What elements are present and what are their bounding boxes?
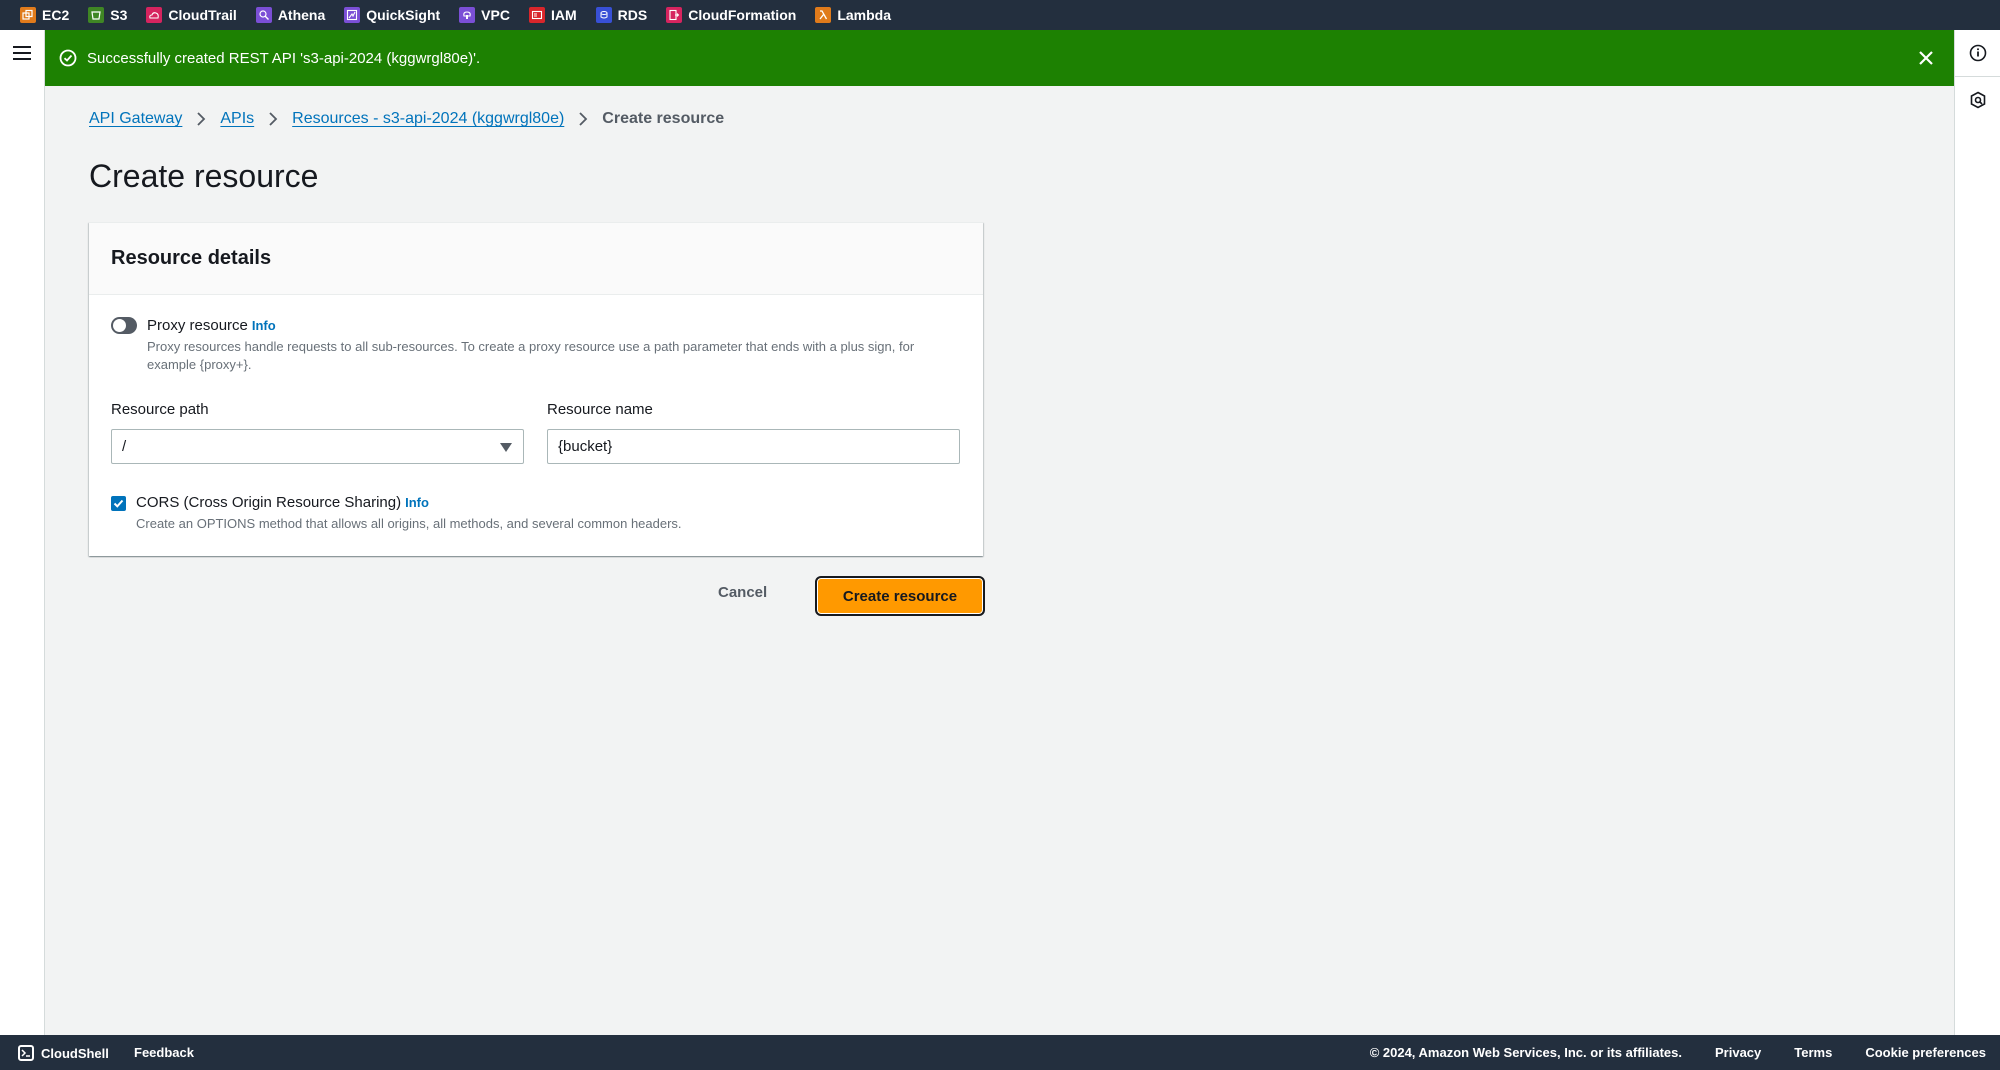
service-lambda[interactable]: Lambda bbox=[815, 7, 891, 23]
vpc-icon bbox=[459, 7, 476, 23]
close-icon bbox=[1919, 51, 1933, 65]
lambda-icon bbox=[815, 7, 832, 23]
breadcrumb: API Gateway APIs Resources - s3-api-2024… bbox=[89, 110, 724, 128]
chevron-right-icon bbox=[196, 111, 206, 127]
ec2-icon bbox=[20, 7, 36, 23]
checkmark-icon bbox=[113, 499, 124, 508]
breadcrumb-current: Create resource bbox=[602, 110, 725, 127]
service-vpc[interactable]: VPC bbox=[459, 7, 510, 23]
settings-panel-button[interactable] bbox=[1955, 77, 2000, 123]
chevron-right-icon bbox=[268, 111, 278, 127]
service-s3[interactable]: S3 bbox=[88, 7, 127, 23]
success-flashbar: Successfully created REST API 's3-api-20… bbox=[45, 30, 1954, 86]
chevron-right-icon bbox=[578, 111, 588, 127]
cors-checkbox[interactable] bbox=[111, 496, 126, 511]
caret-down-icon bbox=[500, 443, 512, 452]
resource-details-container: Resource details Proxy resource Info Prox… bbox=[89, 222, 983, 556]
left-navigation-rail bbox=[0, 30, 45, 1035]
copyright-text: © 2024, Amazon Web Services, Inc. or its… bbox=[1369, 1045, 1682, 1060]
iam-icon bbox=[528, 7, 545, 23]
terms-link[interactable]: Terms bbox=[1794, 1045, 1832, 1060]
service-rds[interactable]: RDS bbox=[595, 7, 647, 23]
services-bar: EC2 S3 CloudTrail Athena QuickSight VPC … bbox=[0, 0, 2000, 30]
privacy-link[interactable]: Privacy bbox=[1715, 1045, 1761, 1060]
footer-links: © 2024, Amazon Web Services, Inc. or its… bbox=[1337, 1045, 1986, 1060]
proxy-resource-toggle[interactable] bbox=[111, 317, 137, 334]
resource-path-select[interactable]: / bbox=[111, 429, 524, 464]
proxy-resource-label: Proxy resource Info bbox=[147, 317, 276, 334]
success-check-icon bbox=[59, 49, 77, 67]
resource-name-input[interactable] bbox=[547, 429, 960, 464]
service-quicksight[interactable]: QuickSight bbox=[344, 7, 440, 23]
cloudtrail-icon bbox=[146, 7, 163, 23]
service-cloudtrail[interactable]: CloudTrail bbox=[146, 7, 237, 23]
service-cloudformation[interactable]: CloudFormation bbox=[666, 7, 796, 23]
info-icon bbox=[1969, 44, 1987, 62]
breadcrumb-resources[interactable]: Resources - s3-api-2024 (kggwrgl80e) bbox=[292, 110, 564, 128]
section-title: Resource details bbox=[111, 247, 272, 269]
cloudshell-button[interactable]: CloudShell bbox=[18, 1045, 109, 1061]
proxy-info-link[interactable]: Info bbox=[252, 318, 276, 333]
service-ec2[interactable]: EC2 bbox=[20, 7, 69, 23]
proxy-resource-description: Proxy resources handle requests to all s… bbox=[147, 339, 915, 372]
menu-icon[interactable] bbox=[13, 46, 31, 60]
create-resource-button[interactable]: Create resource bbox=[815, 576, 985, 616]
feedback-link[interactable]: Feedback bbox=[134, 1045, 194, 1060]
rds-icon bbox=[595, 7, 612, 23]
athena-icon bbox=[255, 7, 272, 23]
cloudformation-icon bbox=[666, 7, 683, 23]
resource-path-value: / bbox=[122, 438, 127, 455]
console-footer: CloudShell Feedback © 2024, Amazon Web S… bbox=[0, 1035, 2000, 1070]
flash-message: Successfully created REST API 's3-api-20… bbox=[87, 49, 481, 67]
cors-description: Create an OPTIONS method that allows all… bbox=[136, 516, 682, 531]
terminal-icon bbox=[18, 1045, 34, 1061]
cancel-button[interactable]: Cancel bbox=[718, 584, 767, 601]
info-panel-button[interactable] bbox=[1955, 30, 2000, 76]
dismiss-flash-button[interactable] bbox=[1916, 48, 1936, 68]
resource-name-label: Resource name bbox=[547, 401, 653, 418]
service-iam[interactable]: IAM bbox=[528, 7, 577, 23]
hexagon-settings-icon bbox=[1970, 91, 1986, 109]
container-header: Resource details bbox=[89, 223, 983, 295]
cors-label: CORS (Cross Origin Resource Sharing) Info bbox=[136, 494, 429, 511]
quicksight-icon bbox=[344, 7, 361, 23]
service-athena[interactable]: Athena bbox=[255, 7, 325, 23]
page-title: Create resource bbox=[89, 158, 319, 194]
breadcrumb-api-gateway[interactable]: API Gateway bbox=[89, 110, 182, 128]
right-tools-rail bbox=[1954, 30, 2000, 1035]
cookie-preferences-link[interactable]: Cookie preferences bbox=[1865, 1045, 1986, 1060]
breadcrumb-apis[interactable]: APIs bbox=[220, 110, 254, 128]
cors-info-link[interactable]: Info bbox=[405, 495, 429, 510]
resource-path-label: Resource path bbox=[111, 401, 209, 418]
s3-icon bbox=[88, 7, 105, 23]
